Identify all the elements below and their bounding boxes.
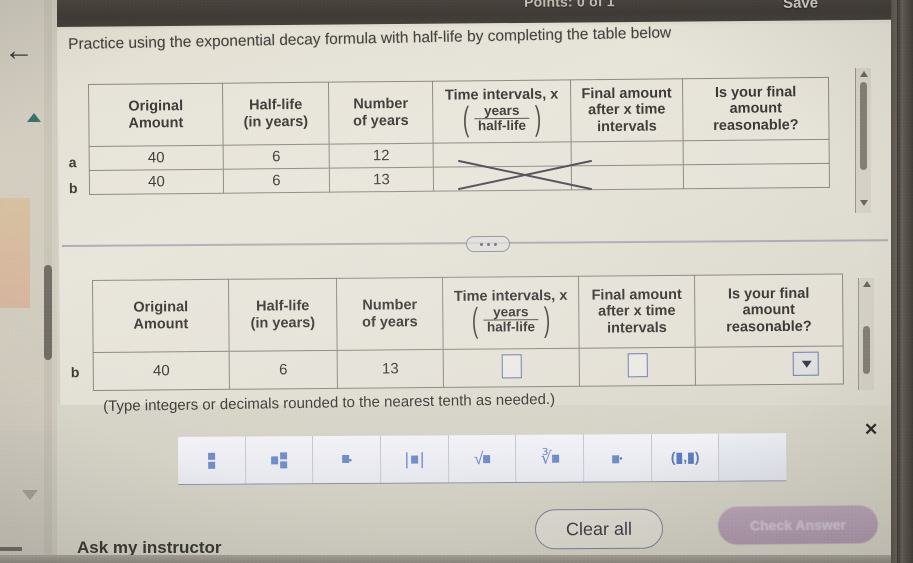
col-time-intervals: Time intervals, x ( years half-life )	[442, 276, 580, 350]
scrollbar-thumb[interactable]	[863, 326, 870, 374]
fraction-icon	[207, 452, 216, 469]
cell-half-life: 6	[223, 144, 330, 170]
cell-number-of-years: 13	[329, 167, 434, 193]
cell-time-intervals-input[interactable]	[443, 348, 580, 388]
exponent-icon: ▪	[341, 454, 352, 464]
back-arrow-icon[interactable]: ←	[4, 36, 38, 67]
time-intervals-input[interactable]	[501, 353, 522, 378]
time-intervals-fraction: ( years half-life )	[462, 99, 541, 138]
palette-ordered-pair-button[interactable]: (▮,▮)	[651, 433, 720, 482]
palette-nth-root-button[interactable]: ∛	[516, 434, 585, 482]
right-rail	[891, 0, 913, 563]
right-paren: )	[543, 300, 550, 339]
right-rail-divider	[897, 0, 903, 563]
bottom-left-marker	[0, 547, 22, 551]
palette-fraction-button[interactable]	[178, 436, 246, 484]
cell-original-amount: 40	[93, 351, 230, 391]
palette-more-button[interactable]	[719, 433, 787, 481]
clear-all-button[interactable]: Clear all	[534, 508, 664, 550]
row-label-b: b	[70, 364, 80, 381]
table-top-header-row: Original Amount Half-life (in years) Num…	[88, 77, 830, 147]
cell-original-amount: 40	[89, 169, 224, 195]
row-label-b: b	[68, 180, 78, 197]
left-rail-highlight	[0, 198, 30, 308]
palette-square-root-button[interactable]: √	[448, 434, 517, 483]
table-bottom-header-row: Original Amount Half-life (in years) Num…	[92, 273, 844, 353]
dot-icon	[486, 242, 490, 246]
time-intervals-fraction: ( years half-life )	[471, 300, 550, 340]
palette-mixed-number-button[interactable]	[245, 436, 314, 484]
check-answer-button[interactable]: Check Answer	[717, 505, 879, 545]
table-bottom-wrapper: b Original Amount Half-life (in years) N…	[71, 273, 844, 391]
scroll-down-arrow-icon[interactable]	[860, 200, 868, 206]
divider-more-options[interactable]	[465, 235, 511, 253]
cell-original-amount: 40	[89, 145, 224, 171]
dot-icon	[493, 242, 497, 246]
mixed-number-icon	[271, 451, 288, 468]
left-paren: (	[471, 301, 479, 340]
save-button[interactable]: Save	[783, 0, 818, 12]
scroll-up-arrow-icon[interactable]	[863, 281, 871, 287]
cell-is-reasonable[interactable]	[683, 163, 830, 189]
math-palette: ▪ | | √ ∛ ▪ (▮,▮)	[178, 433, 787, 485]
right-paren: )	[534, 99, 541, 138]
ordered-pair-icon: (▮,▮)	[670, 448, 700, 465]
table-bottom: Original Amount Half-life (in years) Num…	[92, 273, 844, 391]
table-bottom-scrollbar[interactable]	[858, 278, 874, 390]
points-label: Points: 0 of 1	[523, 0, 615, 10]
absolute-value-icon: | |	[404, 448, 425, 469]
col-number-of-years: Number of years	[328, 81, 434, 145]
palette-exponent-button[interactable]: ▪	[313, 435, 382, 484]
col-half-life: Half-life (in years)	[222, 82, 330, 146]
col-half-life: Half-life (in years)	[228, 278, 338, 352]
square-root-icon: √	[474, 449, 491, 469]
final-amount-input[interactable]	[627, 352, 648, 377]
row-label-a: a	[68, 154, 77, 171]
table-top-scrollbar[interactable]	[855, 68, 871, 213]
col-original-amount: Original Amount	[92, 279, 230, 353]
palette-subscript-button[interactable]: ▪	[584, 434, 652, 482]
col-time-intervals: Time intervals, x ( years half-life )	[432, 79, 572, 144]
col-original-amount: Original Amount	[88, 83, 224, 147]
col-number-of-years: Number of years	[336, 277, 444, 351]
cell-half-life: 6	[223, 168, 330, 194]
scroll-up-arrow-icon[interactable]	[860, 71, 868, 77]
col-final-amount: Final amount after x time intervals	[578, 275, 696, 349]
scrollbar-thumb[interactable]	[860, 82, 867, 170]
cell-number-of-years: 12	[329, 143, 434, 169]
palette-absolute-value-button[interactable]: | |	[381, 435, 449, 483]
cell-is-reasonable-dropdown[interactable]	[695, 345, 844, 386]
page-scrollbar-thumb[interactable]	[44, 265, 52, 360]
cell-number-of-years: 13	[337, 349, 444, 389]
left-paren: (	[462, 99, 470, 138]
scroll-up-marker-icon[interactable]	[27, 113, 41, 122]
scroll-down-marker-icon[interactable]	[22, 490, 38, 500]
bottom-strip	[0, 555, 913, 563]
col-is-reasonable: Is your final amount reasonable?	[682, 77, 830, 141]
subscript-icon: ▪	[612, 453, 623, 463]
dot-icon	[479, 242, 483, 246]
is-reasonable-dropdown[interactable]	[792, 351, 819, 376]
cell-is-reasonable[interactable]	[683, 139, 830, 165]
table-row: 40 6 13	[93, 345, 844, 391]
close-icon[interactable]: ✕	[864, 420, 878, 440]
col-is-reasonable: Is your final amount reasonable?	[694, 273, 844, 348]
handwritten-x-annotation	[458, 160, 592, 190]
cell-half-life: 6	[229, 350, 338, 390]
cell-final-amount-input[interactable]	[579, 347, 696, 387]
nth-root-icon: ∛	[541, 448, 559, 468]
col-final-amount: Final amount after x time intervals	[570, 78, 684, 142]
